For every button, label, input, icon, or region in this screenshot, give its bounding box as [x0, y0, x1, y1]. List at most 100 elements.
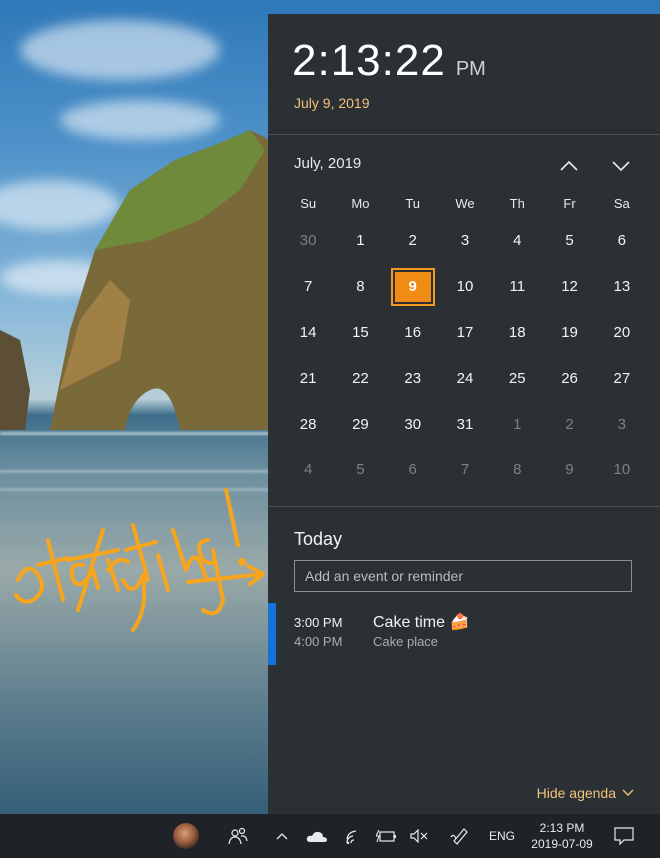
- calendar-day[interactable]: 23: [387, 355, 439, 401]
- calendar-week: 30 1 2 3 4 5 6: [282, 218, 648, 264]
- pen-icon: [450, 828, 468, 845]
- weekday-label: Sa: [613, 196, 630, 211]
- pen-workspace-button[interactable]: [448, 814, 472, 858]
- agenda-event[interactable]: 3:00 PM 4:00 PM Cake time 🍰 Cake place: [268, 603, 660, 669]
- weekday-header: Su Mo Tu We Th Fr Sa: [282, 196, 648, 218]
- calendar-day[interactable]: 5: [543, 218, 595, 264]
- weekday-label: Mo: [351, 196, 370, 211]
- calendar-day[interactable]: 5: [334, 447, 386, 493]
- event-start-time: 3:00 PM: [294, 615, 343, 630]
- calendar-week: 21 22 23 24 25 26 27: [282, 355, 648, 401]
- calendar-day[interactable]: 30: [282, 218, 334, 264]
- agenda-panel: Today 3:00 PM 4:00 PM Cake time 🍰 Cake p…: [268, 506, 660, 815]
- calendar-week: 28 29 30 31 1 2 3: [282, 401, 648, 447]
- show-hidden-icons-button[interactable]: [272, 814, 292, 858]
- calendar-day[interactable]: 2: [543, 401, 595, 447]
- calendar-week: 7 8 9 10 11 12 13: [282, 264, 648, 310]
- calendar-day[interactable]: 17: [439, 310, 491, 356]
- weekday-label: Tu: [405, 196, 421, 211]
- previous-month-button[interactable]: [554, 151, 584, 181]
- wifi-icon: [346, 830, 357, 844]
- clock-area: 2:13:22 PM July 9, 2019: [268, 14, 660, 135]
- avatar: [173, 823, 199, 849]
- calendar-day[interactable]: 8: [491, 447, 543, 493]
- calendar-week: 4 5 6 7 8 9 10: [282, 447, 648, 493]
- calendar-day[interactable]: 30: [387, 401, 439, 447]
- calendar-grid: Su Mo Tu We Th Fr Sa 30 1 2 3 4 5 6 7 8 …: [282, 196, 648, 493]
- people-button[interactable]: [226, 814, 250, 858]
- chevron-down-icon: [612, 161, 630, 172]
- calendar-day[interactable]: 6: [596, 218, 648, 264]
- event-end-time: 4:00 PM: [294, 634, 343, 649]
- calendar-day[interactable]: 2: [387, 218, 439, 264]
- calendar-day[interactable]: 11: [491, 264, 543, 310]
- input-language-button[interactable]: ENG: [484, 814, 520, 858]
- month-header: July, 2019: [268, 149, 660, 199]
- today-highlight-ring: 9: [390, 267, 435, 306]
- volume-button[interactable]: [408, 814, 430, 858]
- calendar-day[interactable]: 10: [439, 264, 491, 310]
- action-center-button[interactable]: [610, 814, 638, 858]
- calendar-day[interactable]: 10: [596, 447, 648, 493]
- weekday-label: Th: [509, 196, 525, 211]
- calendar-day[interactable]: 28: [282, 401, 334, 447]
- hide-agenda-button[interactable]: Hide agenda: [537, 785, 634, 801]
- handwritten-annotation: [14, 488, 265, 632]
- current-date-link[interactable]: July 9, 2019: [294, 95, 370, 111]
- network-button[interactable]: [342, 814, 366, 858]
- calendar-day[interactable]: 3: [596, 401, 648, 447]
- clock-time: 2:13:22 PM: [292, 36, 486, 86]
- cloud-icon: [306, 831, 327, 842]
- calendar-day[interactable]: 24: [439, 355, 491, 401]
- calendar-day[interactable]: 15: [334, 310, 386, 356]
- calendar-day[interactable]: 22: [334, 355, 386, 401]
- taskbar-clock[interactable]: 2:13 PM 2019-07-09: [524, 814, 600, 858]
- month-label[interactable]: July, 2019: [294, 155, 361, 172]
- calendar-day[interactable]: 29: [334, 401, 386, 447]
- calendar-flyout: 2:13:22 PM July 9, 2019 July, 2019 Su Mo …: [268, 14, 660, 814]
- calendar-day[interactable]: 18: [491, 310, 543, 356]
- rock-arch-image: [0, 130, 270, 430]
- people-icon: [228, 827, 248, 845]
- calendar-day[interactable]: 7: [439, 447, 491, 493]
- calendar-day[interactable]: 4: [491, 218, 543, 264]
- calendar-day[interactable]: 27: [596, 355, 648, 401]
- taskbar-date: 2019-07-09: [531, 837, 593, 851]
- volume-muted-icon: [410, 829, 428, 843]
- calendar-day[interactable]: 1: [491, 401, 543, 447]
- calendar-day[interactable]: 4: [282, 447, 334, 493]
- calendar-day[interactable]: 6: [387, 447, 439, 493]
- taskbar: ENG 2:13 PM 2019-07-09: [0, 814, 660, 858]
- event-location: Cake place: [373, 634, 439, 649]
- event-title: Cake time 🍰: [373, 614, 470, 631]
- calendar-day[interactable]: 25: [491, 355, 543, 401]
- calendar-day[interactable]: 3: [439, 218, 491, 264]
- calendar-day[interactable]: 1: [334, 218, 386, 264]
- calendar-day[interactable]: 16: [387, 310, 439, 356]
- next-month-button[interactable]: [606, 151, 636, 181]
- calendar-day[interactable]: 20: [596, 310, 648, 356]
- calendar-week: 14 15 16 17 18 19 20: [282, 310, 648, 356]
- chevron-down-icon: [622, 789, 634, 796]
- calendar-day[interactable]: 19: [543, 310, 595, 356]
- battery-charging-icon: [376, 829, 396, 843]
- calendar-day[interactable]: 7: [282, 264, 334, 310]
- calendar-day[interactable]: 26: [543, 355, 595, 401]
- user-avatar-button[interactable]: [172, 814, 200, 858]
- calendar-day[interactable]: 21: [282, 355, 334, 401]
- clock-ampm: PM: [455, 58, 486, 80]
- notification-icon: [614, 827, 634, 845]
- calendar-day[interactable]: 12: [543, 264, 595, 310]
- battery-button[interactable]: [375, 814, 397, 858]
- event-color-bar: [268, 603, 276, 665]
- calendar-day[interactable]: 14: [282, 310, 334, 356]
- onedrive-button[interactable]: [304, 814, 330, 858]
- today-day-number: 9: [394, 271, 431, 302]
- add-event-input[interactable]: [294, 560, 632, 592]
- calendar-day[interactable]: 13: [596, 264, 648, 310]
- chevron-up-icon: [560, 160, 578, 171]
- calendar-day[interactable]: 9: [543, 447, 595, 493]
- calendar-day-today[interactable]: 9: [387, 264, 439, 310]
- calendar-day[interactable]: 8: [334, 264, 386, 310]
- calendar-day[interactable]: 31: [439, 401, 491, 447]
